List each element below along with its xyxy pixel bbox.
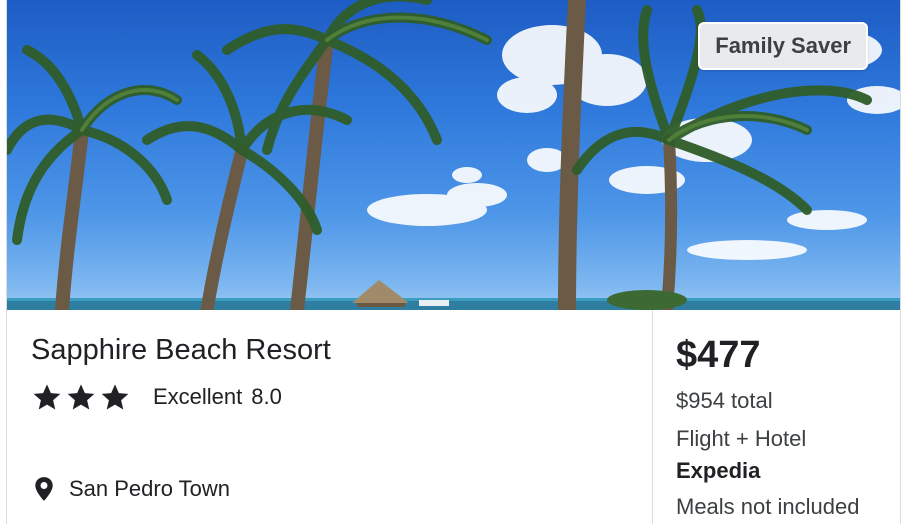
location-pin-icon bbox=[35, 477, 53, 501]
location-row: San Pedro Town bbox=[33, 476, 230, 502]
rating-row: Excellent 8.0 bbox=[31, 380, 282, 414]
price-per-person: $477 bbox=[676, 334, 761, 376]
star-icon bbox=[101, 384, 129, 410]
price-column[interactable]: $477 $954 total Flight + Hotel Expedia M… bbox=[653, 310, 900, 524]
family-saver-badge: Family Saver bbox=[698, 22, 868, 70]
rating-score: 8.0 bbox=[251, 384, 282, 409]
location-text: San Pedro Town bbox=[69, 476, 231, 501]
package-type: Flight + Hotel bbox=[676, 426, 807, 451]
star-icon bbox=[67, 384, 95, 410]
hotel-photo[interactable]: Family Saver bbox=[7, 0, 900, 310]
rating-label: Excellent bbox=[153, 384, 243, 409]
hotel-card[interactable]: Family Saver Sapphire Beach Resort Excel… bbox=[6, 0, 901, 524]
total-price: $954 total bbox=[676, 388, 773, 413]
hotel-info: Sapphire Beach Resort Excellent 8.0 San … bbox=[7, 310, 652, 524]
star-rating bbox=[31, 381, 131, 413]
star-icon bbox=[33, 384, 61, 410]
meals-info: Meals not included bbox=[676, 494, 860, 519]
hotel-name[interactable]: Sapphire Beach Resort bbox=[31, 334, 331, 367]
provider-name: Expedia bbox=[676, 458, 761, 483]
